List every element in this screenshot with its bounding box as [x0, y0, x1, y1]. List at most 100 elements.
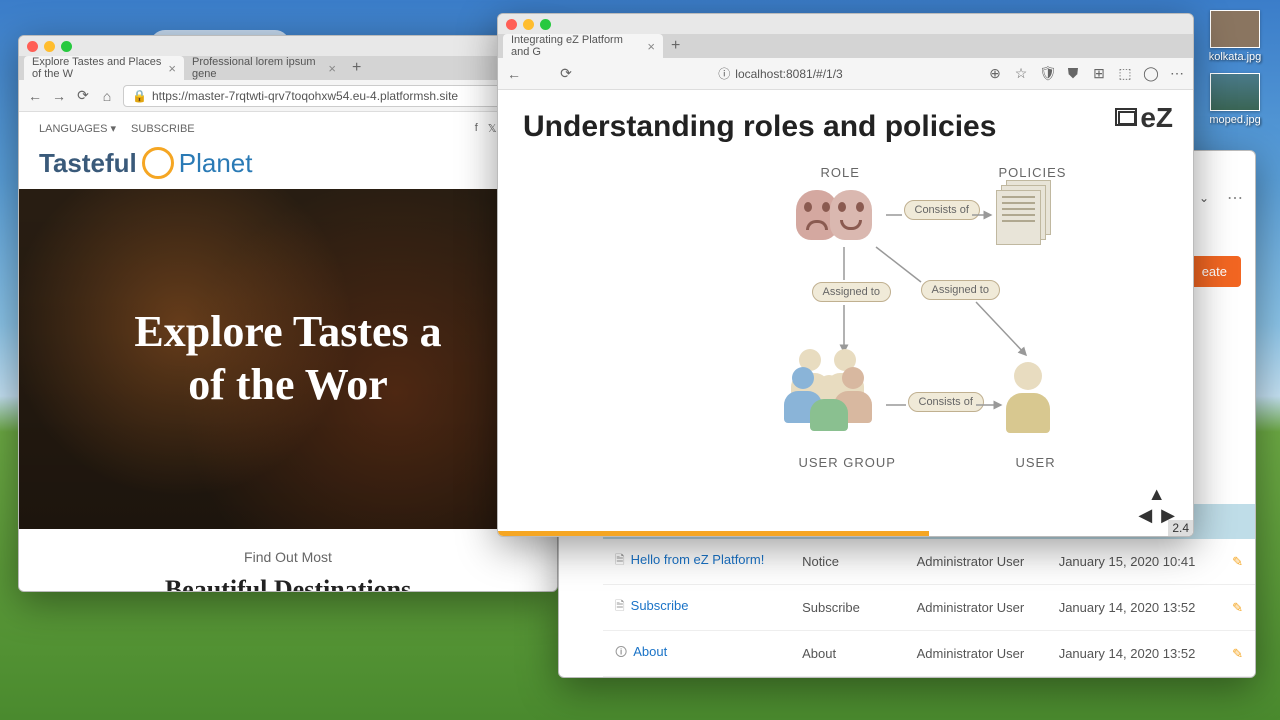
nav-up-icon[interactable]: ▲: [1148, 484, 1166, 504]
cell-contributor: Administrator User: [905, 539, 1047, 585]
new-tab-button[interactable]: +: [344, 56, 369, 80]
browser-tabs: Integrating eZ Platform and G × +: [498, 34, 1193, 58]
chevron-down-icon: ⌄: [1199, 191, 1209, 205]
cell-contributor: Administrator User: [905, 585, 1047, 631]
cell-saved: January 15, 2020 10:41: [1047, 539, 1220, 585]
content-link[interactable]: Subscribe: [631, 598, 689, 613]
close-icon[interactable]: [506, 19, 517, 30]
roles-diagram: ROLE POLICIES USER GROUP USER Consists o…: [586, 162, 1106, 492]
slide-number: 2.4: [1168, 520, 1193, 536]
cell-contributor: Administrator User: [905, 631, 1047, 677]
table-row: 🛈AboutAboutAdministrator UserJanuary 14,…: [603, 631, 1255, 677]
desktop-icons: kolkata.jpg moped.jpg: [1200, 10, 1270, 126]
close-icon[interactable]: ×: [647, 39, 655, 54]
new-tab-button[interactable]: +: [663, 34, 688, 58]
zoom-icon[interactable]: ⊕: [987, 65, 1003, 82]
pill-assigned-to: Assigned to: [921, 280, 1000, 300]
image-thumbnail: [1210, 73, 1260, 111]
reload-icon[interactable]: ⟳: [75, 87, 91, 104]
cell-saved: January 14, 2020 13:52: [1047, 585, 1220, 631]
library-icon[interactable]: ⊞: [1091, 65, 1107, 82]
tab-presentation[interactable]: Integrating eZ Platform and G ×: [503, 34, 663, 58]
doc-icon: 🗎: [615, 553, 625, 567]
info-icon: ⓘ: [718, 65, 730, 82]
planet-icon: [142, 147, 174, 179]
lock-icon: 🔒: [132, 89, 147, 103]
extension-icon[interactable]: ⬚: [1117, 65, 1133, 82]
cell-type: Subscribe: [790, 585, 905, 631]
more-icon[interactable]: ⋯: [1227, 188, 1243, 208]
user-icon: [1006, 362, 1050, 433]
title-bar[interactable]: [498, 14, 1193, 34]
doc-icon: 🗎: [615, 599, 625, 613]
doc-icon: 🛈: [615, 645, 627, 659]
address-bar: ← ⟳ ⓘ localhost:8081/#/1/3 ⊕ ☆ 🛡 ⛊ ⊞ ⬚ ◯…: [498, 58, 1193, 90]
account-icon[interactable]: ◯: [1143, 65, 1159, 82]
url-text: localhost:8081/#/1/3: [735, 67, 842, 81]
minimize-icon[interactable]: [44, 41, 55, 52]
ez-logo: eZ: [1118, 102, 1173, 134]
star-icon[interactable]: ☆: [1013, 65, 1029, 82]
create-button[interactable]: eate: [1188, 256, 1241, 287]
nav-left-icon[interactable]: ◀: [1138, 505, 1152, 525]
edit-icon[interactable]: ✎: [1232, 600, 1243, 615]
minimize-icon[interactable]: [523, 19, 534, 30]
twitter-icon[interactable]: 𝕏: [488, 122, 497, 135]
table-row: 🗎 Hello from eZ Platform! NoticeAdministra…: [603, 539, 1255, 585]
site-logo[interactable]: Tasteful Planet: [39, 147, 537, 179]
hero-title: Explore Tastes a of the Wor: [134, 306, 441, 412]
maximize-icon[interactable]: [540, 19, 551, 30]
back-icon[interactable]: ←: [506, 66, 522, 82]
close-icon[interactable]: ×: [328, 61, 336, 76]
image-thumbnail: [1210, 10, 1260, 48]
title-bar[interactable]: [19, 36, 557, 56]
label-user: USER: [1016, 455, 1056, 470]
label-role: ROLE: [821, 165, 860, 180]
maximize-icon[interactable]: [61, 41, 72, 52]
tab-label: Integrating eZ Platform and G: [511, 34, 642, 58]
edit-icon[interactable]: ✎: [1232, 646, 1243, 661]
role-masks-icon: [796, 190, 872, 240]
cell-saved: January 14, 2020 13:52: [1047, 631, 1220, 677]
content-link[interactable]: About: [633, 644, 667, 659]
tab-tasteful-planet[interactable]: Explore Tastes and Places of the W ×: [24, 56, 184, 80]
file-label: moped.jpg: [1209, 114, 1260, 126]
hero-banner: Explore Tastes a of the Wor: [19, 189, 557, 529]
tab-label: Professional lorem ipsum gene: [192, 56, 323, 80]
cell-type: About: [790, 631, 905, 677]
back-icon[interactable]: ←: [27, 88, 43, 104]
facebook-icon[interactable]: f: [475, 122, 478, 135]
close-icon[interactable]: [27, 41, 38, 52]
shield-icon[interactable]: 🛡: [1039, 65, 1055, 82]
section-title: Beautiful Destinations: [39, 575, 537, 592]
shield2-icon[interactable]: ⛊: [1065, 65, 1081, 82]
label-usergroup: USER GROUP: [799, 455, 896, 470]
file-label: kolkata.jpg: [1209, 51, 1262, 63]
edit-icon[interactable]: ✎: [1232, 554, 1243, 569]
content-link[interactable]: Hello from eZ Platform!: [631, 552, 765, 567]
menu-icon[interactable]: ⋯: [1169, 65, 1185, 82]
close-icon[interactable]: ×: [168, 61, 176, 76]
subscribe-link[interactable]: SUBSCRIBE: [131, 123, 195, 135]
desktop-file-moped[interactable]: moped.jpg: [1200, 73, 1270, 126]
desktop-file-kolkata[interactable]: kolkata.jpg: [1200, 10, 1270, 63]
pill-assigned-to: Assigned to: [812, 282, 891, 302]
forward-icon[interactable]: →: [51, 88, 67, 104]
languages-menu[interactable]: LANGUAGES ▾: [39, 122, 116, 135]
section-subtitle: Find Out Most: [39, 549, 537, 565]
slide-title: Understanding roles and policies: [523, 110, 1168, 144]
url-input[interactable]: 🔒 https://master-7rqtwti-qrv7toqohxw54.e…: [123, 85, 549, 107]
pill-consists-of: Consists of: [908, 392, 984, 412]
tab-lorem-ipsum[interactable]: Professional lorem ipsum gene ×: [184, 56, 344, 80]
label-policies: POLICIES: [999, 165, 1067, 180]
browser-tabs: Explore Tastes and Places of the W × Pro…: [19, 56, 557, 80]
tab-label: Explore Tastes and Places of the W: [32, 56, 163, 80]
url-input[interactable]: ⓘ localhost:8081/#/1/3: [582, 62, 979, 85]
cell-type: Notice: [790, 539, 905, 585]
progress-bar: [498, 531, 929, 536]
home-icon[interactable]: ⌂: [99, 88, 115, 104]
browser-window-tasteful-planet: Explore Tastes and Places of the W × Pro…: [18, 35, 558, 592]
table-row: 🗎SubscribeSubscribeAdministrator UserJan…: [603, 585, 1255, 631]
pill-consists-of: Consists of: [904, 200, 980, 220]
reload-icon[interactable]: ⟳: [558, 65, 574, 82]
